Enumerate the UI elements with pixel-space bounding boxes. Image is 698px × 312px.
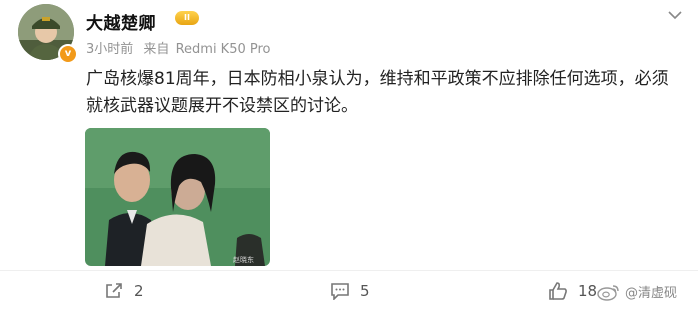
post-time[interactable]: 3小时前	[86, 42, 133, 57]
post-meta: 3小时前 来自 Redmi K50 Pro	[86, 38, 271, 57]
post-image[interactable]: 赵晓东	[85, 128, 270, 266]
verified-badge: v	[58, 44, 78, 64]
image-caption: 赵晓东	[233, 255, 254, 264]
action-bar: 2 5 18	[0, 270, 698, 312]
like-icon	[549, 282, 567, 300]
weibo-logo-icon	[597, 284, 619, 301]
watermark: @清虚砚	[597, 282, 677, 301]
comment-count: 5	[360, 282, 370, 300]
post-text: 广岛核爆81周年，日本防相小泉认为，维持和平政策不应排除任何选项，必须就核武器议…	[86, 69, 669, 116]
username[interactable]: 大越楚卿	[86, 9, 156, 34]
source-prefix: 来自	[143, 42, 170, 57]
share-count: 2	[134, 282, 144, 300]
like-count: 18	[578, 282, 598, 300]
more-icon[interactable]	[664, 6, 686, 24]
watermark-handle: @清虚砚	[625, 286, 678, 301]
comment-button[interactable]: 5	[330, 281, 370, 301]
share-icon	[106, 283, 122, 298]
like-button[interactable]: 18	[548, 281, 597, 301]
comment-icon	[331, 283, 349, 300]
level-badge[interactable]: II	[175, 11, 199, 25]
source-device: Redmi K50 Pro	[175, 42, 271, 57]
share-button[interactable]: 2	[104, 281, 144, 301]
